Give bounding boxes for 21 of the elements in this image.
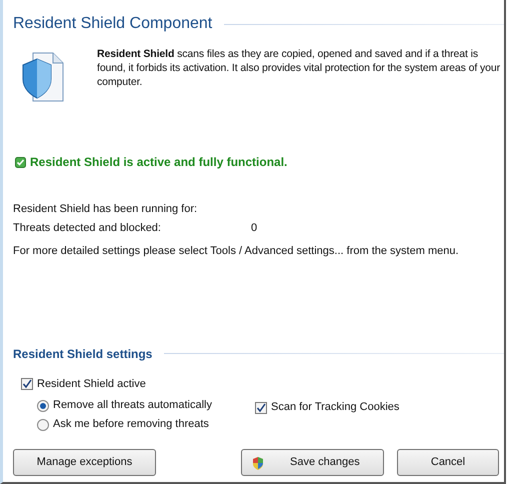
section-title: Resident Shield settings xyxy=(13,346,152,362)
stat-label: Threats detected and blocked: xyxy=(13,221,162,236)
stat-label: Resident Shield has been running for: xyxy=(13,202,198,217)
radio-label: Ask me before removing threats xyxy=(53,417,209,432)
stat-value: 0 xyxy=(251,221,258,236)
shield-document-icon xyxy=(21,51,65,103)
info-text: For more detailed settings please select Tools / Advanced settings... from the system menu. xyxy=(13,244,460,259)
checkbox[interactable] xyxy=(255,402,267,414)
status-message: Resident Shield is active and fully functional. xyxy=(30,154,288,171)
window-title: Resident Shield Component xyxy=(13,14,212,34)
radio-button[interactable] xyxy=(37,400,49,412)
checkbox-label: Scan for Tracking Cookies xyxy=(271,400,400,416)
checkbox-label: Resident Shield active xyxy=(37,376,146,392)
checkbox[interactable] xyxy=(21,378,33,390)
shield-icon xyxy=(252,456,264,470)
save-button[interactable]: Save changes xyxy=(241,449,384,476)
cancel-button[interactable]: Cancel xyxy=(397,449,499,476)
manage-button[interactable]: Manage exceptions xyxy=(13,449,156,476)
radio-button[interactable] xyxy=(37,418,49,430)
radio-label: Remove all threats automatically xyxy=(53,398,212,414)
description-text: Resident Shield scans files as they are copied, opened and saved and if a threat is found, it forbids its activation. It also provides vital protection for the system areas of your computer. xyxy=(97,47,502,89)
